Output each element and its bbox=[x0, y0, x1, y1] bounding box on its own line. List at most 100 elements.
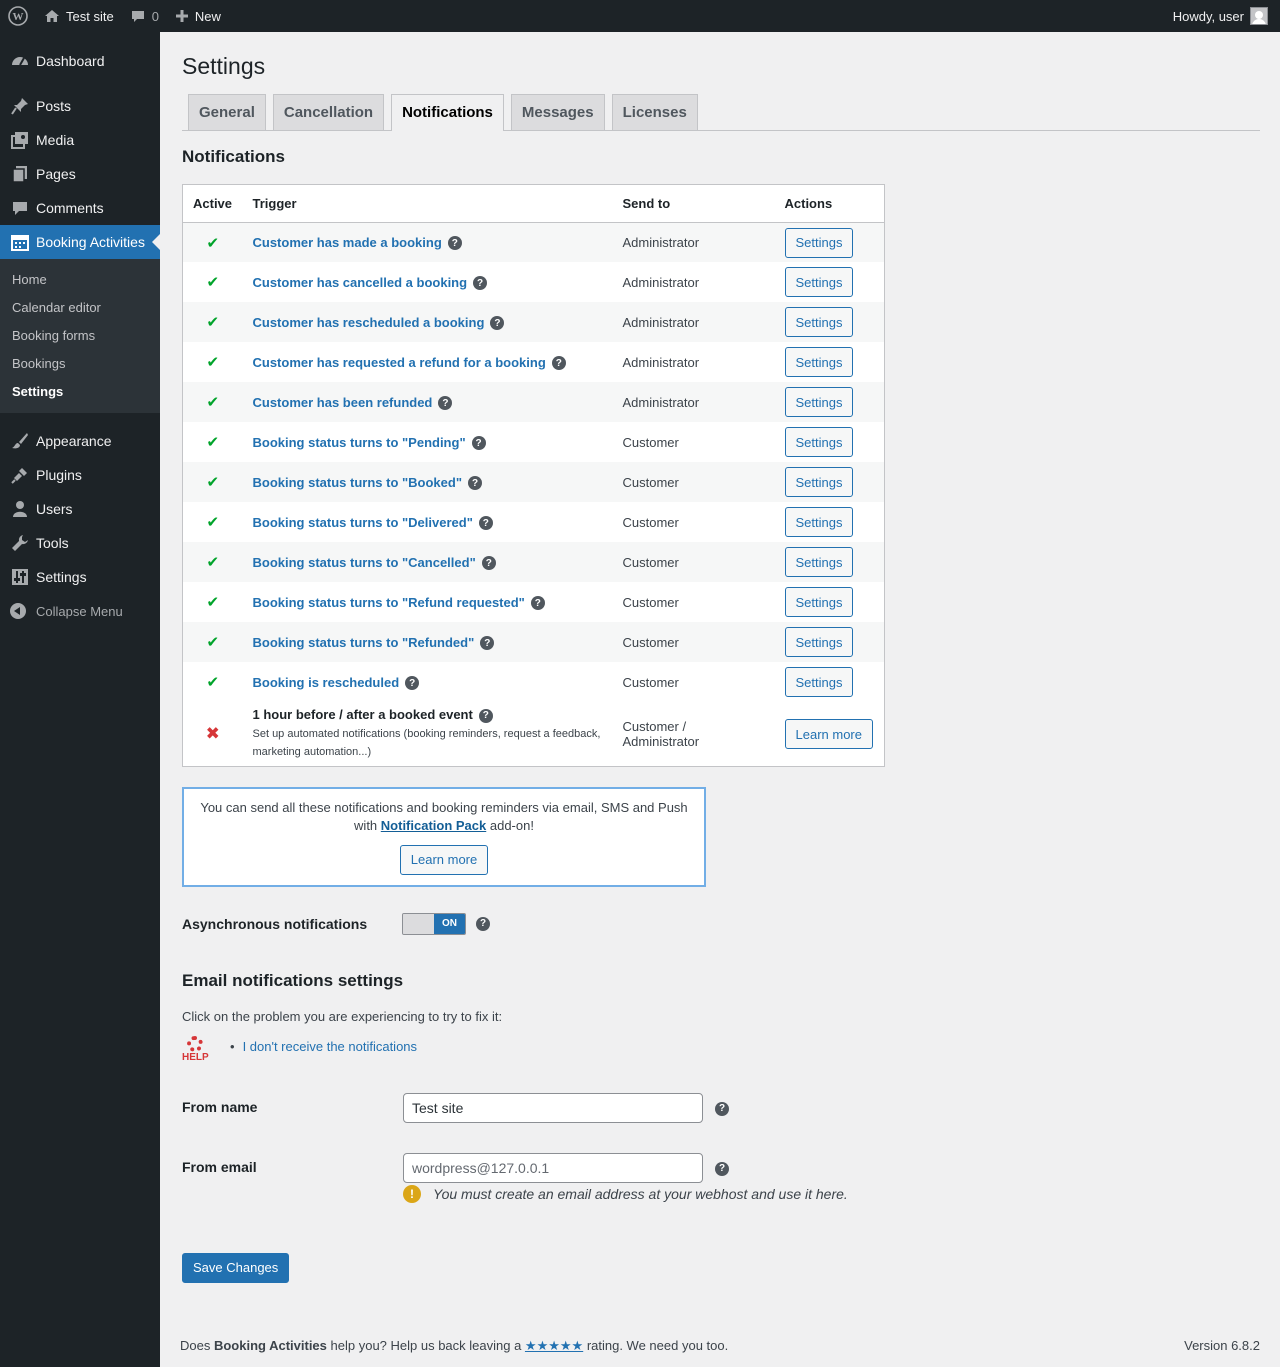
submenu-item-booking-forms[interactable]: Booking forms bbox=[0, 322, 160, 350]
trigger-cell: Booking status turns to "Refunded"? bbox=[242, 622, 613, 663]
tab-licenses[interactable]: Licenses bbox=[611, 93, 698, 130]
trigger-link[interactable]: Booking status turns to "Cancelled" bbox=[253, 555, 476, 570]
trigger-link[interactable]: Booking status turns to "Pending" bbox=[253, 435, 466, 450]
tab-messages[interactable]: Messages bbox=[510, 93, 605, 130]
trigger-link[interactable]: Customer has been refunded bbox=[253, 395, 433, 410]
submenu-item-settings[interactable]: Settings bbox=[0, 378, 160, 406]
help-tooltip-icon[interactable]: ? bbox=[478, 516, 493, 531]
active-cell: ✔ bbox=[182, 542, 243, 583]
help-tooltip-icon[interactable]: ? bbox=[530, 596, 545, 611]
active-cell: ✔ bbox=[182, 622, 243, 663]
table-header-row: Active Trigger Send to Actions bbox=[182, 184, 885, 223]
sidebar-item-comments[interactable]: Comments bbox=[0, 191, 160, 225]
sidebar-item-appearance[interactable]: Appearance bbox=[0, 424, 160, 458]
sidebar-item-settings[interactable]: Settings bbox=[0, 560, 160, 594]
notification-settings-button[interactable]: Settings bbox=[784, 547, 854, 578]
send-to-cell: Customer / Administrator bbox=[622, 719, 700, 750]
notification-settings-button[interactable]: Settings bbox=[784, 507, 854, 538]
wordpress-logo-icon[interactable]: W bbox=[0, 0, 36, 32]
notification-settings-button[interactable]: Settings bbox=[784, 267, 854, 298]
check-icon: ✔ bbox=[206, 514, 220, 532]
notice-learn-more-button[interactable]: Learn more bbox=[399, 844, 489, 875]
notification-settings-button[interactable]: Settings bbox=[784, 427, 854, 458]
trigger-link[interactable]: Booking is rescheduled bbox=[253, 675, 400, 690]
table-row: ✔ Booking is rescheduled? Customer Settings bbox=[183, 662, 885, 702]
submenu-item-home[interactable]: Home bbox=[0, 266, 160, 294]
notification-settings-button[interactable]: Settings bbox=[784, 627, 854, 658]
help-tooltip-icon[interactable]: ? bbox=[473, 276, 488, 291]
help-tooltip-icon[interactable]: ? bbox=[468, 476, 482, 491]
comments-link[interactable]: 0 bbox=[122, 0, 167, 32]
active-cell: ✔ bbox=[182, 222, 243, 263]
help-tooltip-icon[interactable]: ? bbox=[476, 916, 490, 931]
trigger-link[interactable]: Customer has rescheduled a booking bbox=[253, 315, 485, 330]
admin-bar: W Test site 0 New Howdy, user bbox=[0, 0, 1280, 32]
help-tooltip-icon[interactable]: ? bbox=[447, 236, 462, 251]
notification-settings-button[interactable]: Settings bbox=[784, 467, 854, 498]
table-row: ✖ 1 hour before / after a booked event? … bbox=[183, 702, 885, 766]
submenu-item-calendar-editor[interactable]: Calendar editor bbox=[0, 294, 160, 322]
tab-notifications[interactable]: Notifications bbox=[391, 93, 504, 131]
my-account[interactable]: Howdy, user bbox=[1173, 7, 1280, 25]
help-tooltip-icon[interactable]: ? bbox=[471, 436, 486, 451]
sidebar-item-tools[interactable]: Tools bbox=[0, 526, 160, 560]
inactive-cell: ✖ bbox=[183, 702, 243, 766]
trigger-cell: Customer has cancelled a booking? bbox=[243, 262, 613, 302]
tab-general[interactable]: General bbox=[188, 93, 266, 130]
learn-more-button[interactable]: Learn more bbox=[784, 719, 873, 750]
trigger-link[interactable]: Customer has requested a refund for a bo… bbox=[253, 355, 546, 370]
help-tooltip-icon[interactable]: ? bbox=[481, 556, 496, 571]
notification-settings-button[interactable]: Settings bbox=[784, 587, 854, 618]
sidebar-item-pages[interactable]: Pages bbox=[0, 157, 160, 191]
send-to-cell: Customer bbox=[622, 514, 679, 530]
help-tooltip-icon[interactable]: ? bbox=[480, 636, 495, 651]
collapse-menu-button[interactable]: Collapse Menu bbox=[0, 594, 160, 628]
sidebar-item-posts[interactable]: Posts bbox=[0, 89, 160, 123]
trigger-link[interactable]: Customer has cancelled a booking bbox=[253, 275, 468, 290]
main-content: Settings General Cancellation Notificati… bbox=[160, 32, 1280, 1283]
notification-settings-button[interactable]: Settings bbox=[784, 307, 854, 338]
trigger-link[interactable]: Booking status turns to "Delivered" bbox=[253, 515, 473, 530]
new-content-link[interactable]: New bbox=[167, 0, 229, 32]
trigger-link[interactable]: Booking status turns to "Refund requeste… bbox=[253, 595, 525, 610]
from-email-input[interactable] bbox=[403, 1152, 703, 1183]
page-title: Settings bbox=[182, 53, 266, 79]
site-name-link[interactable]: Test site bbox=[36, 0, 122, 32]
sidebar-item-dashboard[interactable]: Dashboard bbox=[0, 44, 160, 78]
help-tooltip-icon[interactable]: ? bbox=[715, 1161, 729, 1176]
active-cell: ✔ bbox=[183, 262, 243, 302]
problem-link-no-notifications[interactable]: I don't receive the notifications bbox=[243, 1039, 417, 1054]
email-settings-heading: Email notifications settings bbox=[182, 970, 404, 990]
rating-stars-link[interactable]: ★★★★★ bbox=[525, 1338, 583, 1353]
help-lifebuoy-icon: HELP bbox=[182, 1035, 209, 1063]
trigger-link[interactable]: Customer has made a booking bbox=[253, 235, 442, 250]
help-tooltip-icon[interactable]: ? bbox=[478, 708, 493, 723]
submenu-item-bookings[interactable]: Bookings bbox=[0, 350, 160, 378]
help-tooltip-icon[interactable]: ? bbox=[490, 316, 505, 331]
sidebar-item-plugins[interactable]: Plugins bbox=[0, 458, 160, 492]
check-icon: ✔ bbox=[206, 594, 220, 612]
notification-settings-button[interactable]: Settings bbox=[784, 387, 854, 418]
trigger-cell: Booking status turns to "Refund requeste… bbox=[243, 582, 613, 622]
help-tooltip-icon[interactable]: ? bbox=[405, 676, 420, 691]
help-tooltip-icon[interactable]: ? bbox=[551, 356, 566, 371]
column-header-send-to: Send to bbox=[612, 184, 775, 223]
help-tooltip-icon[interactable]: ? bbox=[715, 1101, 729, 1116]
warning-icon: ! bbox=[403, 1184, 421, 1203]
trigger-link[interactable]: Booking status turns to "Refunded" bbox=[253, 635, 475, 650]
async-notifications-toggle[interactable]: ON bbox=[402, 912, 466, 935]
help-tooltip-icon[interactable]: ? bbox=[438, 396, 453, 411]
notification-settings-button[interactable]: Settings bbox=[784, 347, 854, 378]
notification-pack-link[interactable]: Notification Pack bbox=[381, 818, 486, 833]
actions-cell: Settings bbox=[774, 222, 885, 263]
notification-settings-button[interactable]: Settings bbox=[784, 667, 854, 698]
sidebar-item-media[interactable]: Media bbox=[0, 123, 160, 157]
sidebar-item-users[interactable]: Users bbox=[0, 492, 160, 526]
notification-settings-button[interactable]: Settings bbox=[784, 227, 854, 258]
save-changes-button[interactable]: Save Changes bbox=[182, 1252, 290, 1283]
sidebar-item-booking-activities[interactable]: Booking Activities bbox=[0, 225, 160, 259]
tab-cancellation[interactable]: Cancellation bbox=[272, 93, 385, 130]
table-row: ✔ Booking status turns to "Pending"? Custo… bbox=[183, 422, 885, 462]
trigger-link[interactable]: Booking status turns to "Booked" bbox=[253, 475, 463, 490]
from-name-input[interactable] bbox=[403, 1092, 703, 1123]
